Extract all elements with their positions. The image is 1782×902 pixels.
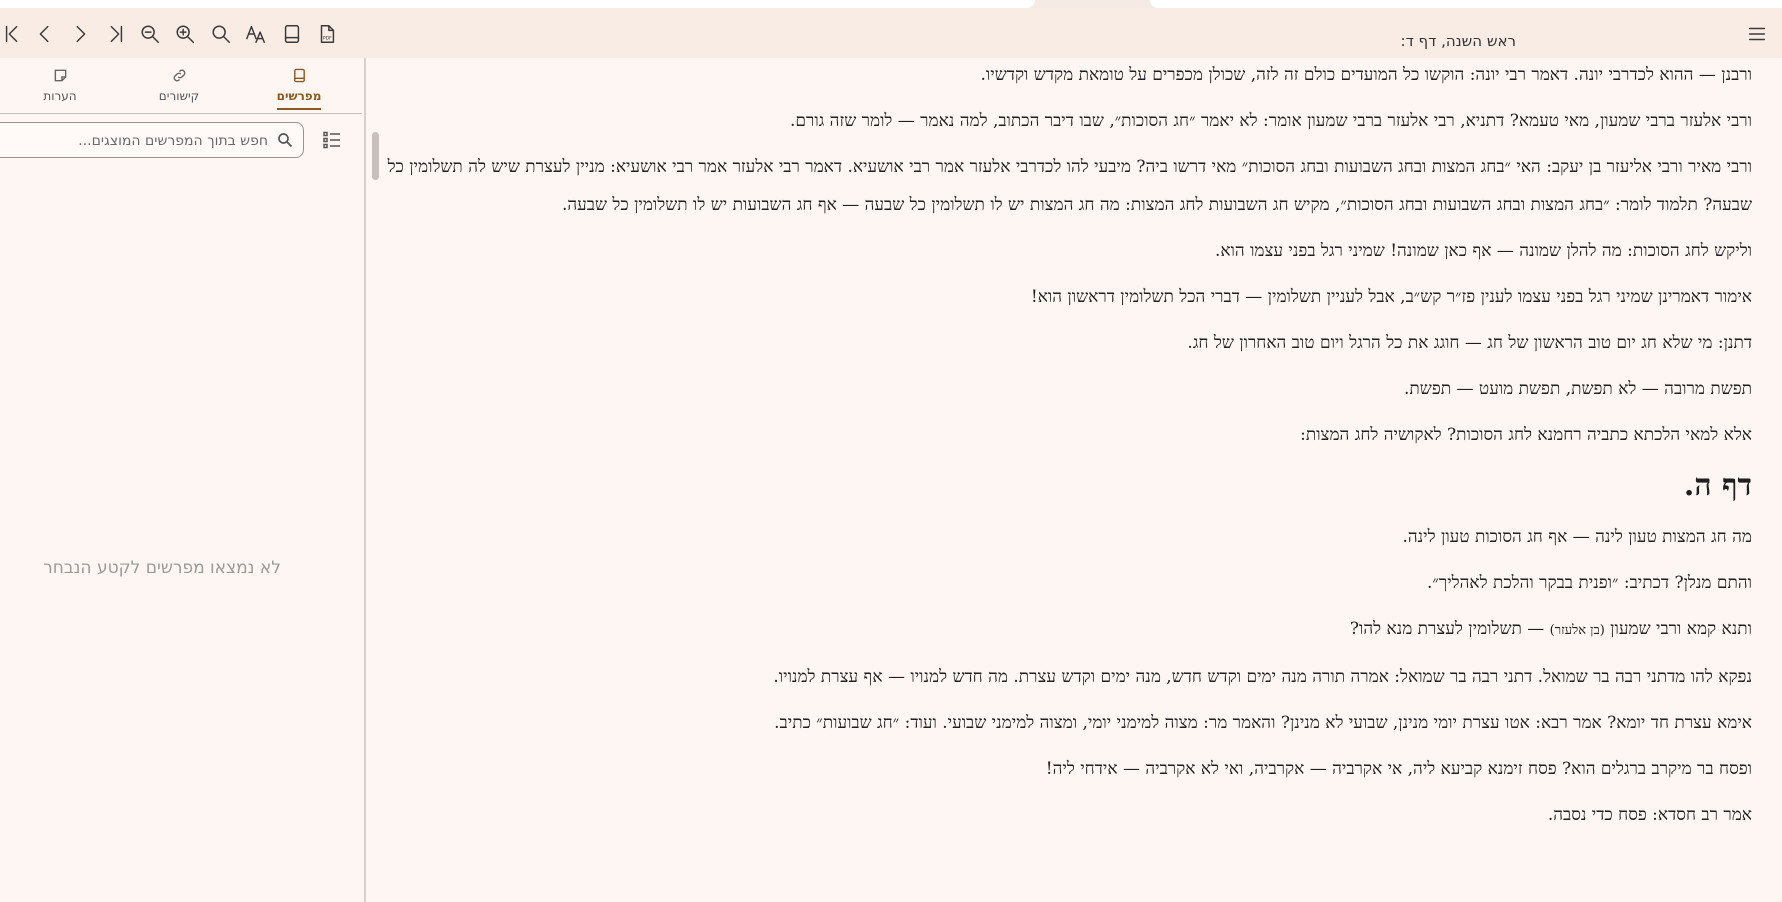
tab-commentaries[interactable]: מפרשים <box>254 68 344 108</box>
search-icon <box>212 25 230 43</box>
next-page-icon <box>76 25 86 43</box>
scrollbar-thumb[interactable] <box>372 132 379 180</box>
first-page-icon <box>5 25 18 43</box>
previous-page-button[interactable] <box>32 21 58 47</box>
text-paragraph[interactable]: מה חג המצות טעון לינה — אף חג הסוכות טעו… <box>385 518 1752 556</box>
sidebar-tabs: מפרשים קישורים הערות <box>0 58 365 114</box>
tab-label: הערות <box>43 89 77 103</box>
tab-label: קישורים <box>158 89 200 103</box>
menu-button[interactable] <box>1744 21 1770 47</box>
text-paragraph[interactable]: אמר רב חסדא: פסח כדי נסבה. <box>385 796 1752 834</box>
tab-strip <box>0 0 1782 8</box>
note-icon <box>54 69 66 82</box>
inline-gloss: (בן אלעזר) <box>1549 623 1605 638</box>
font-icon <box>246 25 265 43</box>
link-icon <box>173 69 185 82</box>
text-paragraph[interactable]: אימא עצרת חד יומא? אמר רבא: אטו עצרת יומ… <box>385 704 1752 742</box>
text-paragraph[interactable]: אימור דאמרינן שמיני רגל בפני עצמו לענין … <box>385 278 1752 316</box>
sidebar-divider[interactable] <box>364 58 366 902</box>
last-page-icon <box>110 25 123 43</box>
tab-label: מפרשים <box>276 89 322 103</box>
text-paragraph[interactable]: ורבי מאיר ורבי אליעזר בן יעקב: האי ״בחג … <box>385 148 1752 224</box>
menu-icon <box>1748 27 1766 41</box>
text-paragraph[interactable]: אלא למאי הלכתא כתביה רחמנא לחג הסוכות? ל… <box>385 416 1752 454</box>
text-paragraph[interactable]: ותנא קמא ורבי שמעון (בן אלעזר) — תשלומין… <box>385 610 1752 650</box>
last-page-button[interactable] <box>102 21 128 47</box>
toolbar: PDF ראש השנה, דף ד: <box>0 8 1782 58</box>
window-tab[interactable] <box>0 0 1035 8</box>
list-options-button[interactable] <box>322 130 342 150</box>
list-icon <box>323 131 340 149</box>
font-button[interactable] <box>243 21 269 47</box>
tabs-divider <box>0 113 362 114</box>
text-paragraph[interactable]: ופסח בר מיקרב ברגלים הוא? פסח זימנא קביע… <box>385 750 1752 788</box>
search-button[interactable] <box>208 21 234 47</box>
page-title: ראש השנה, דף ד: <box>1400 32 1516 50</box>
text-paragraph[interactable]: תפשת מרובה — לא תפשת, תפשת מועט — תפשת. <box>385 370 1752 408</box>
zoom-out-icon <box>141 25 159 43</box>
pdf-icon: PDF <box>320 25 335 43</box>
book-icon <box>284 25 300 43</box>
active-tab-indicator <box>277 108 321 110</box>
window-tab[interactable] <box>1150 0 1782 8</box>
text-paragraph[interactable]: ורבי אלעזר ברבי שמעון, מאי טעמא? דתניא, … <box>385 102 1752 140</box>
text-paragraph[interactable]: ורבנן — ההוא לכדרבי יונה. דאמר רבי יונה:… <box>385 58 1752 94</box>
next-page-button[interactable] <box>67 21 93 47</box>
search-icon <box>277 132 293 148</box>
text-paragraph[interactable]: והתם מנלן? דכתיב: ״ופנית בבקר והלכת לאהל… <box>385 564 1752 602</box>
text-paragraph[interactable]: נפקא להו מדתני רבה בר שמואל. דתני רבה בר… <box>385 658 1752 696</box>
commentary-search-box[interactable] <box>0 122 304 158</box>
text-paragraph[interactable]: דתנן: מי שלא חג יום טוב הראשון של חג — ח… <box>385 324 1752 362</box>
previous-page-icon <box>39 25 49 43</box>
commentary-search-input[interactable] <box>4 129 270 153</box>
text-content: ורבנן — ההוא לכדרבי יונה. דאמר רבי יונה:… <box>385 58 1752 902</box>
tab-links[interactable]: קישורים <box>134 68 224 108</box>
zoom-out-button[interactable] <box>137 21 163 47</box>
zoom-in-button[interactable] <box>172 21 198 47</box>
book-icon <box>293 68 305 83</box>
zoom-in-icon <box>176 25 194 43</box>
text-paragraph[interactable]: וליקש לחג הסוכות: מה להלן שמונה — אף כאן… <box>385 232 1752 270</box>
paragraph-text: — תשלומין לעצרת מנא להו? <box>1349 619 1550 639</box>
commentary-sidebar: מפרשים קישורים הערות לא נמצאו מפרשים לקט… <box>0 58 365 902</box>
paragraph-text: ותנא קמא ורבי שמעון <box>1604 619 1752 639</box>
empty-commentaries-message: לא נמצאו מפרשים לקטע הנבחר <box>43 558 281 578</box>
first-page-button[interactable] <box>0 21 26 47</box>
svg-text:PDF: PDF <box>323 36 332 42</box>
book-button[interactable] <box>279 21 305 47</box>
tab-notes[interactable]: הערות <box>15 68 105 108</box>
pdf-button[interactable]: PDF <box>314 21 340 47</box>
daf-heading: דף ה. <box>1683 468 1752 503</box>
